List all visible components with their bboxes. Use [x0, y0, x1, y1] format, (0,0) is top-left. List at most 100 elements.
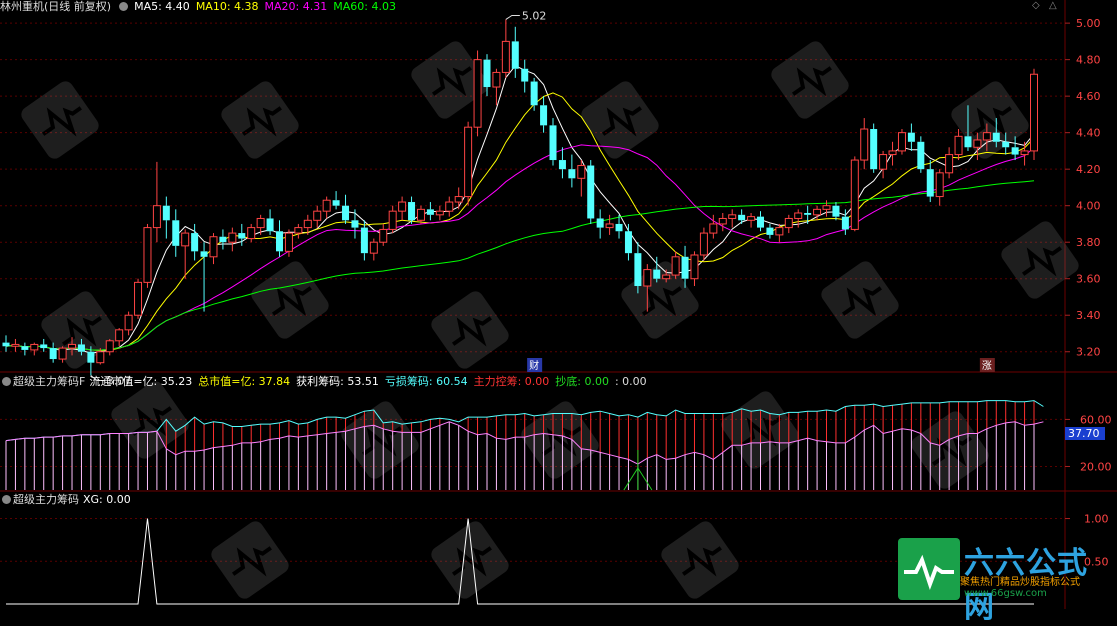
candle	[832, 202, 840, 221]
diamond-icon[interactable]: ◇	[1032, 0, 1040, 11]
candle	[766, 223, 774, 239]
candle	[756, 211, 764, 232]
candle	[954, 129, 963, 161]
candle-body-up	[435, 210, 444, 216]
watermark-layer	[21, 41, 1079, 599]
indicator-tick-label: 60.00	[1080, 413, 1112, 426]
candle	[379, 223, 388, 246]
candle	[879, 150, 888, 179]
price-tick-label: 4.00	[1076, 200, 1101, 213]
candle	[351, 209, 359, 239]
candle	[907, 123, 915, 151]
candle-body-up	[464, 126, 473, 198]
candle	[850, 156, 859, 232]
candle	[276, 220, 284, 257]
candle-body-up	[888, 150, 897, 156]
price-axis: 5.00 4.80 4.60 4.40 4.20 4.00 3.80 3.60 3.40 3.20…	[1065, 17, 1112, 568]
candle-body-up	[1030, 73, 1038, 152]
candle	[530, 77, 538, 111]
candle-body-down	[681, 256, 689, 279]
candle-body-up	[945, 154, 954, 174]
event-badge-cai: 财	[527, 358, 543, 372]
candle-body-up	[152, 205, 161, 229]
candle-body-down	[162, 205, 170, 221]
candle	[473, 50, 482, 137]
candle-body-up	[879, 154, 888, 170]
candle-body-up	[784, 217, 793, 229]
candle	[501, 19, 510, 78]
candle-body-up	[897, 132, 906, 152]
candle-body-up	[794, 212, 803, 219]
candle-body-up	[30, 343, 39, 351]
bottom-fishing: 抄底: 0.00	[555, 375, 609, 388]
candle-body-up	[935, 172, 944, 198]
candle	[568, 154, 576, 188]
candle-body-up	[445, 201, 454, 212]
candle	[747, 212, 756, 228]
candle-body-up	[247, 227, 256, 240]
candle-body-up	[813, 208, 822, 216]
candle	[30, 342, 39, 356]
candle-body-up	[747, 216, 756, 221]
indicator-tick-label: 20.00	[1080, 460, 1112, 473]
candlestick-series[interactable]	[2, 19, 1038, 376]
candle	[143, 223, 152, 288]
candle	[105, 338, 114, 356]
candle-body-up	[860, 128, 869, 161]
indicator2-header: 超级主力筹码 XG: 0.00	[0, 493, 137, 507]
candle-body-down	[964, 136, 972, 148]
candle	[191, 223, 199, 261]
candle-body-up	[322, 199, 331, 212]
candle	[21, 342, 29, 356]
candle-body-down	[804, 212, 812, 215]
price-tick-label: 3.40	[1076, 309, 1101, 322]
candle	[247, 223, 256, 243]
candle-body-down	[841, 216, 849, 230]
candle	[624, 223, 632, 261]
candle	[558, 147, 566, 179]
candle-body-up	[973, 139, 982, 148]
watermark-stamp	[341, 401, 419, 479]
chart-canvas: 37.70 5.00 4.80 4.60 4.40 4.20 4.00 3.80 3.60 3.…	[0, 0, 1117, 609]
candle-body-up	[58, 347, 67, 360]
event-badge-cai-label: 财	[529, 359, 539, 372]
watermark-stamp	[661, 521, 739, 599]
candle-body-down	[200, 251, 208, 257]
indicator2-toggle-icon[interactable]	[2, 495, 11, 504]
main-chart-header: 林州重机(日线 前复权) MA5: 4.40 MA10: 4.38 MA20: 4.3…	[0, 0, 402, 14]
candle-body-down	[360, 227, 368, 254]
candle-body-down	[511, 41, 519, 69]
candle-body-up	[671, 256, 680, 276]
site-logo: 六六公式网 聚焦热门精品炒股指标公式 www.66gsw.com	[898, 538, 1117, 625]
up-arrow-icon[interactable]: △	[1049, 0, 1057, 11]
candle-body-up	[577, 165, 586, 179]
candle-body-up	[143, 227, 152, 283]
indicator1-toggle-icon[interactable]	[2, 377, 11, 386]
candle-body-up	[115, 329, 124, 342]
candle	[897, 129, 906, 155]
settings-toggle-icon[interactable]	[119, 2, 129, 11]
float-market-value: 流通市值=亿: 35.23	[89, 375, 193, 388]
indicator2-name: 超级主力筹码	[13, 493, 79, 506]
candle	[322, 196, 331, 219]
candle	[115, 328, 124, 347]
grid-lines	[0, 0, 1117, 609]
indicator-value-tag-label: 37.70	[1068, 427, 1100, 440]
stock-title: 林州重机(日线 前复权)	[0, 0, 112, 13]
candle-body-up	[209, 236, 218, 258]
candle-body-down	[766, 227, 774, 235]
candle-body-up	[134, 281, 143, 316]
logo-slogan: 聚焦热门精品炒股指标公式	[960, 577, 1080, 588]
candle	[634, 242, 642, 294]
candle-body-down	[624, 231, 632, 254]
watermark-stamp	[111, 381, 189, 459]
candle-body-down	[332, 200, 340, 206]
candle	[870, 123, 878, 173]
candle-body-down	[49, 348, 57, 360]
candle-body-up	[1020, 150, 1029, 156]
candle-body-up	[388, 210, 397, 230]
watermark-stamp	[221, 81, 299, 159]
candle-body-up	[68, 343, 77, 349]
candle	[388, 205, 397, 234]
candle	[408, 196, 416, 224]
